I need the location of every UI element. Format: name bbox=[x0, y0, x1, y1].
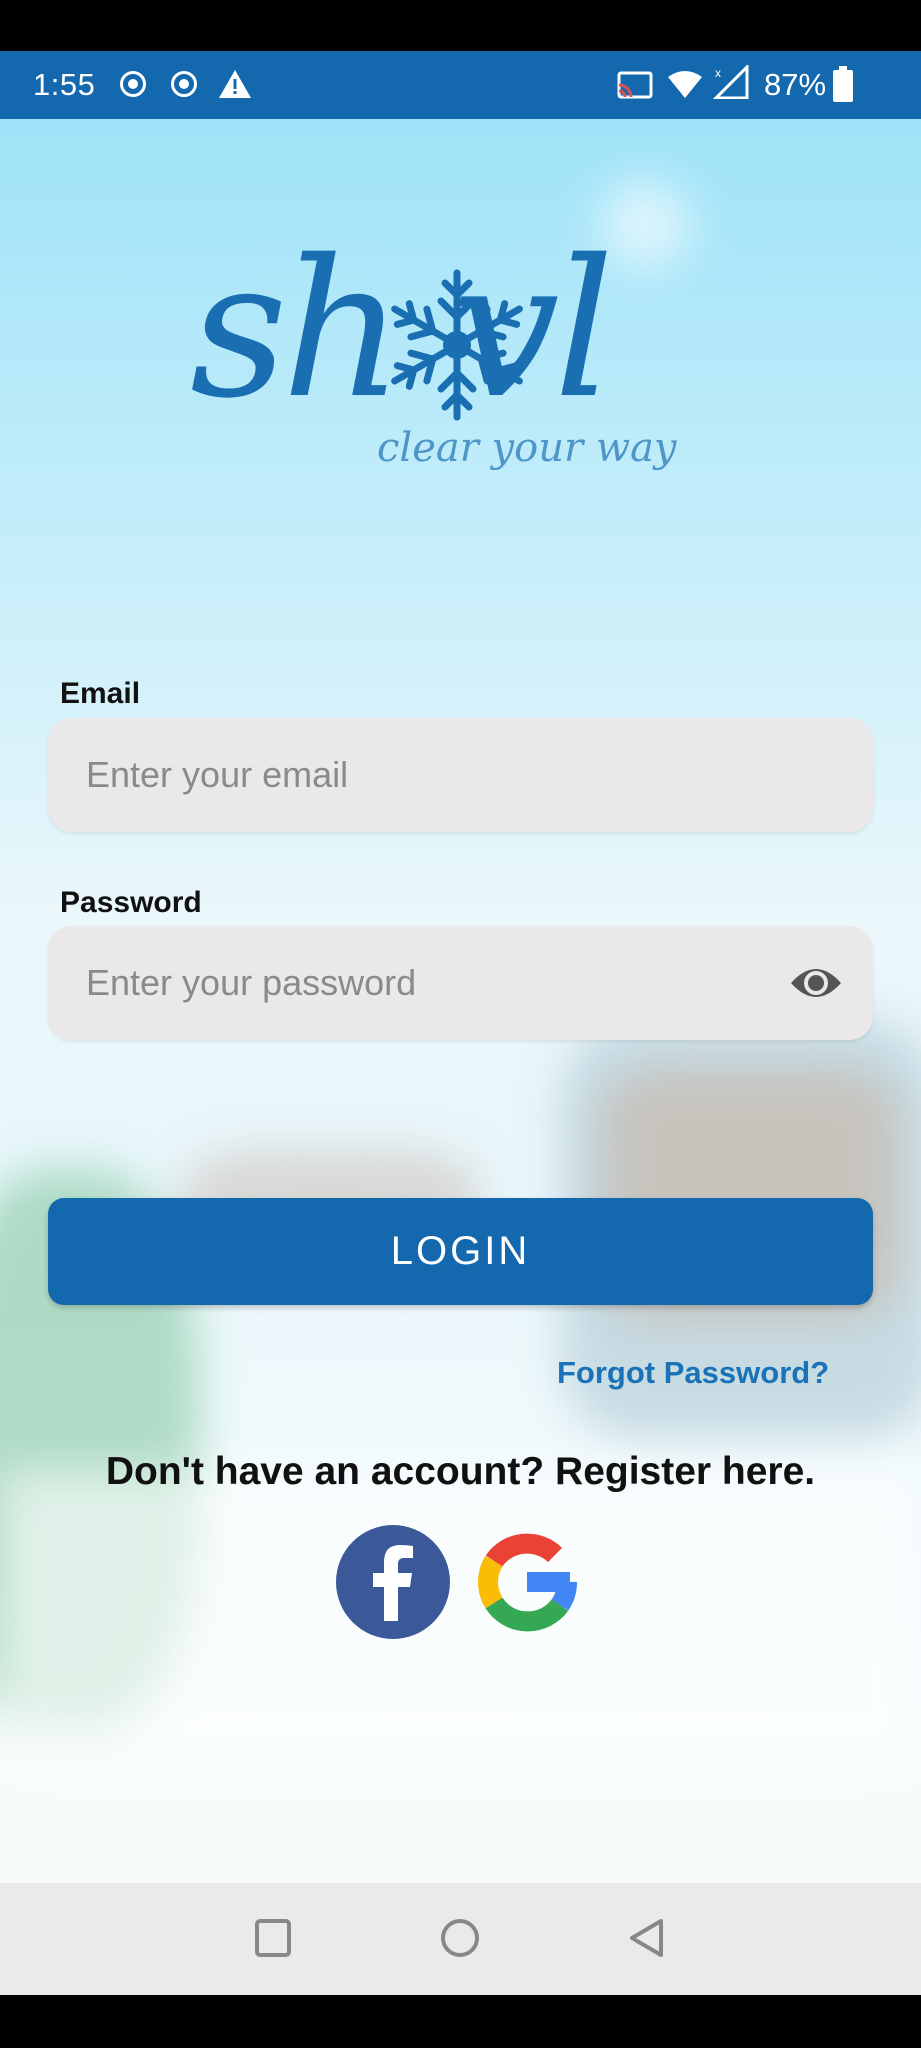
email-label: Email bbox=[60, 677, 141, 710]
password-field-container bbox=[48, 926, 873, 1040]
facebook-login-button[interactable] bbox=[336, 1525, 450, 1639]
record-icon bbox=[120, 71, 146, 97]
phone-screen: 1:55 x 87% sh vl clear your way Email En… bbox=[0, 0, 921, 2048]
email-field[interactable] bbox=[86, 718, 786, 832]
record-icon bbox=[171, 71, 197, 97]
eye-icon[interactable] bbox=[788, 961, 844, 1005]
signal-icon: x bbox=[713, 65, 749, 99]
password-label: Password bbox=[60, 886, 202, 919]
login-button[interactable]: LOGIN bbox=[48, 1198, 873, 1305]
battery-percent: 87% bbox=[764, 67, 827, 102]
home-icon[interactable] bbox=[440, 1918, 480, 1958]
snowflake-icon bbox=[382, 269, 532, 428]
register-link[interactable]: Don't have an account? Register here. bbox=[0, 1450, 921, 1494]
bottom-bezel bbox=[0, 1995, 921, 2048]
google-login-button[interactable] bbox=[470, 1525, 584, 1639]
cast-icon bbox=[617, 71, 653, 99]
email-field-container bbox=[48, 718, 873, 832]
app-logo: sh vl clear your way bbox=[190, 235, 710, 485]
background-snow bbox=[0, 1469, 921, 1769]
svg-text:x: x bbox=[715, 66, 721, 80]
google-icon bbox=[478, 1533, 577, 1632]
navigation-bar bbox=[0, 1883, 921, 1995]
status-bar: 1:55 x 87% bbox=[0, 51, 921, 119]
battery-icon bbox=[833, 66, 853, 102]
back-icon[interactable] bbox=[628, 1918, 666, 1958]
wifi-icon bbox=[668, 71, 702, 98]
warning-icon bbox=[219, 70, 251, 98]
logo-tagline: clear your way bbox=[377, 425, 677, 471]
password-field[interactable] bbox=[86, 926, 786, 1040]
recents-icon[interactable] bbox=[254, 1918, 292, 1958]
top-bezel bbox=[0, 0, 921, 51]
forgot-password-link[interactable]: Forgot Password? bbox=[557, 1355, 829, 1391]
status-time: 1:55 bbox=[33, 67, 96, 102]
facebook-icon bbox=[373, 1545, 413, 1621]
